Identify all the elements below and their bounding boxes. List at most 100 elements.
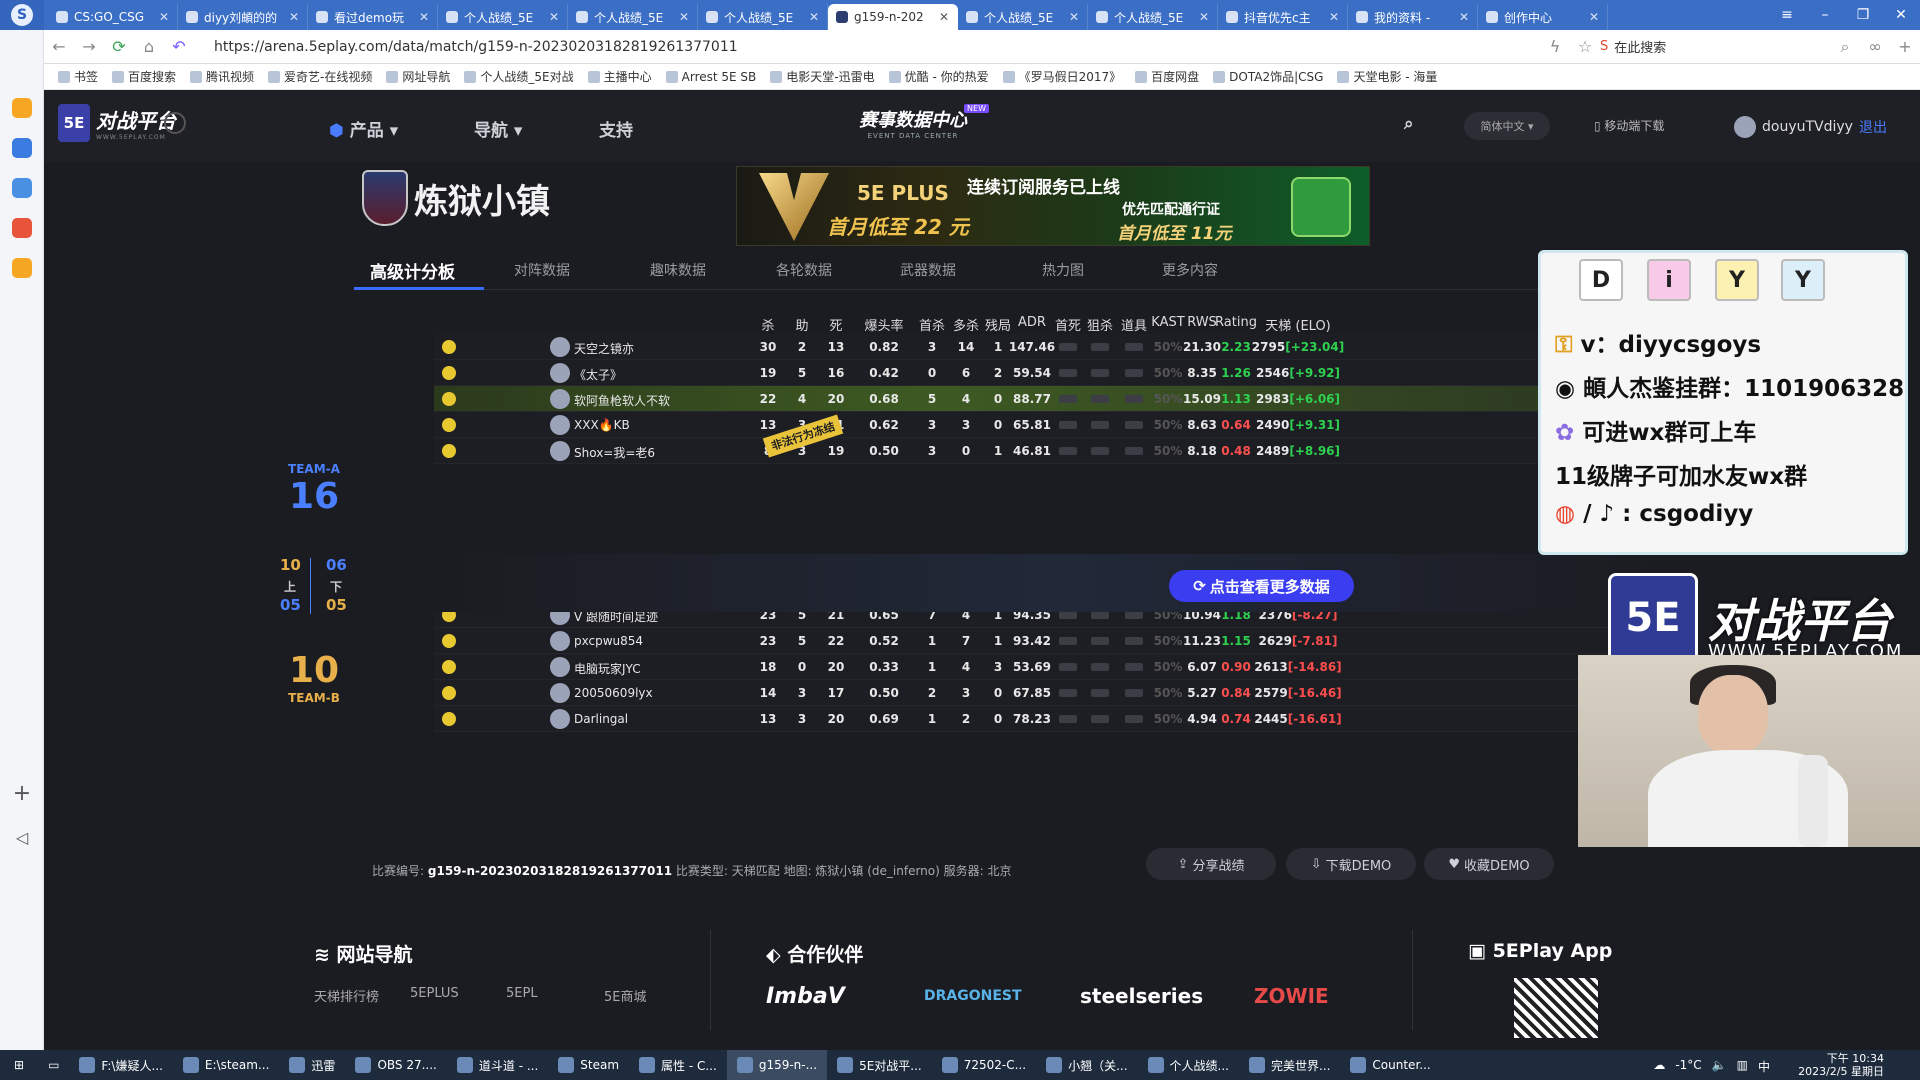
undo-icon[interactable]: ↶ (164, 37, 194, 56)
search-tool-icon[interactable] (12, 258, 32, 278)
search-icon[interactable]: ⌕ (1830, 37, 1860, 57)
tab-close-icon[interactable]: ✕ (159, 10, 169, 24)
player-name[interactable]: XXX🔥KB (574, 418, 630, 432)
pdf-icon[interactable] (12, 218, 32, 238)
player-name[interactable]: 20050609lyx (574, 686, 653, 700)
taskbar-item[interactable]: F:\嫌疑人... (69, 1050, 173, 1080)
ime-indicator[interactable]: 中 (1758, 1058, 1770, 1075)
bookmark-item[interactable]: 爱奇艺-在线视频 (268, 68, 372, 85)
taskbar-item[interactable]: Steam (548, 1050, 629, 1080)
user-menu[interactable]: douyuTVdiyy 退出 (1734, 116, 1887, 138)
subtab-4[interactable]: 武器数据 (900, 260, 956, 280)
pause-icon[interactable] (164, 112, 186, 134)
partner-imbav[interactable]: ImbaV (766, 984, 845, 1009)
clock[interactable]: 下午 10:34 2023/2/5 星期日 (1798, 1052, 1884, 1078)
player-row[interactable]: 天空之镜亦 30 2 13 0.82 3 14 1 147.46 50% 21.30 2.23 2795… (434, 334, 1678, 360)
tab-close-icon[interactable]: ✕ (1199, 10, 1209, 24)
subtab-2[interactable]: 趣味数据 (650, 260, 706, 280)
task-view-icon[interactable]: ▭ (38, 1050, 69, 1080)
taskbar-item[interactable]: E:\steam... (173, 1050, 280, 1080)
tab-close-icon[interactable]: ✕ (809, 10, 819, 24)
subtab-5[interactable]: 热力图 (1042, 260, 1084, 280)
player-row[interactable]: 电脑玩家JYC 18 0 20 0.33 1 4 3 53.69 50% 6.07 0.90 2613[… (434, 654, 1678, 680)
back-icon[interactable]: ← (44, 37, 74, 56)
bookmark-item[interactable]: Arrest 5E SB (665, 70, 756, 84)
collapse-icon[interactable]: ◁ (12, 828, 32, 848)
more-data-button[interactable]: ⟳ 点击查看更多数据 (1169, 570, 1354, 602)
footer-link[interactable]: 天梯排行榜 (314, 986, 379, 1005)
bookmark-item[interactable]: 百度搜索 (112, 68, 176, 85)
menu-icon[interactable]: ≡ (1768, 0, 1806, 30)
player-row[interactable]: XXX🔥KB133210.6233065.8150%8.630.642490[+… (434, 412, 1678, 438)
partner-zowie[interactable]: ZOWIE (1254, 984, 1329, 1008)
tab-close-icon[interactable]: ✕ (289, 10, 299, 24)
browser-tab[interactable]: 个人战绩_5E ✕ (438, 4, 568, 30)
tab-close-icon[interactable]: ✕ (1329, 10, 1339, 24)
bookmark-item[interactable]: 腾讯视频 (190, 68, 254, 85)
add-icon[interactable]: + (12, 783, 32, 805)
browser-tab[interactable]: 个人战绩_5E ✕ (698, 4, 828, 30)
player-row[interactable]: 软阿鱼枪软人不软 22 4 20 0.68 5 4 0 88.77 50% 15.09 1.13 298… (434, 386, 1678, 412)
player-row[interactable]: pxcpwu854 23 5 22 0.52 1 7 1 93.42 50% 11.23 1.15 26… (434, 628, 1678, 654)
footer-link[interactable]: 5EPL (506, 986, 538, 1001)
bookmark-item[interactable]: 《罗马假日2017》 (1002, 68, 1121, 85)
taskbar-item[interactable]: 道斗道 - ... (447, 1050, 548, 1080)
taskbar-item[interactable]: 72502-C... (932, 1050, 1036, 1080)
tab-close-icon[interactable]: ✕ (1459, 10, 1469, 24)
player-row[interactable]: 《太子》 19 5 16 0.42 0 6 2 59.54 50% 8.35 1.26 2546[+9.… (434, 360, 1678, 386)
taskbar-item[interactable]: 5E对战平... (827, 1050, 932, 1080)
tab-close-icon[interactable]: ✕ (939, 10, 949, 24)
home-icon[interactable]: ⌂ (134, 37, 164, 56)
nav-data-center[interactable]: 赛事数据中心 EVENT DATA CENTER NEW (859, 104, 989, 140)
url-input[interactable]: https://arena.5eplay.com/data/match/g159… (214, 39, 1540, 55)
forward-icon[interactable]: → (74, 37, 104, 56)
footer-link[interactable]: 5E商城 (604, 986, 647, 1005)
browser-tab[interactable]: 我的资料 - ✕ (1348, 4, 1478, 30)
taskbar-item[interactable]: 个人战绩... (1138, 1050, 1239, 1080)
bookmark-item[interactable]: 天堂电影 - 海量 (1337, 68, 1437, 85)
player-row[interactable]: Shox=我=老683190.5030146.8150%8.180.482489… (434, 438, 1678, 464)
bookmark-item[interactable]: 优酷 - 你的热爱 (888, 68, 989, 85)
star-icon[interactable]: ☆ (1570, 37, 1600, 56)
restore-button[interactable]: ❐ (1844, 0, 1882, 30)
player-name[interactable]: 软阿鱼枪软人不软 (574, 392, 670, 409)
nav-product[interactable]: ⬢ 产品 ▾ (329, 116, 398, 141)
taskbar-item[interactable]: 属性 - C... (629, 1050, 727, 1080)
search-box[interactable]: S 在此搜索 (1600, 37, 1830, 56)
browser-tab[interactable]: 个人战绩_5E ✕ (1088, 4, 1218, 30)
tab-close-icon[interactable]: ✕ (1069, 10, 1079, 24)
player-row[interactable]: 20050609lyx 14 3 17 0.50 2 3 0 67.85 50% 5.27 0.84 2… (434, 680, 1678, 706)
download-demo-button[interactable]: ⇩ 下载DEMO (1286, 848, 1416, 880)
bookmark-item[interactable]: 个人战绩_5E对战 (464, 68, 574, 85)
clock-icon[interactable] (12, 138, 32, 158)
close-window-button[interactable]: ✕ (1882, 0, 1920, 30)
lightning-icon[interactable]: ϟ (1540, 37, 1570, 56)
browser-tab[interactable]: diyy刘頔的的 ✕ (178, 4, 308, 30)
player-name[interactable]: Shox=我=老6 (574, 444, 655, 461)
promo-banner[interactable]: 5E PLUS 首月低至 22 元 连续订阅服务已上线 优先匹配通行证 首月低至… (736, 166, 1370, 246)
logout-link[interactable]: 退出 (1859, 117, 1887, 137)
browser-tab[interactable]: 个人战绩_5E ✕ (958, 4, 1088, 30)
collect-demo-button[interactable]: ♥ 收藏DEMO (1424, 848, 1554, 880)
player-name[interactable]: Darlingal (574, 712, 628, 726)
bookmark-item[interactable]: 书签 (58, 68, 98, 85)
subtab-6[interactable]: 更多内容 (1162, 260, 1218, 280)
taskbar-item[interactable]: Counter... (1340, 1050, 1440, 1080)
mobile-download-link[interactable]: ▯ 移动端下载 (1594, 117, 1664, 134)
bookmark-item[interactable]: 网址导航 (386, 68, 450, 85)
tab-close-icon[interactable]: ✕ (419, 10, 429, 24)
bookmark-item[interactable]: 电影天堂-迅雷电 (770, 68, 875, 85)
browser-tab[interactable]: 创作中心 ✕ (1478, 4, 1608, 30)
site-search-icon[interactable]: ⌕ (1404, 114, 1414, 134)
player-name[interactable]: pxcpwu854 (574, 634, 643, 648)
taskbar-item[interactable]: 完美世界... (1239, 1050, 1340, 1080)
weather-icon[interactable]: ☁ (1653, 1058, 1665, 1075)
player-name[interactable]: 电脑玩家JYC (574, 660, 641, 677)
network-icon[interactable]: ▥ (1737, 1058, 1748, 1075)
language-select[interactable]: 简体中文 ▾ (1464, 112, 1550, 140)
game-icon[interactable] (12, 178, 32, 198)
player-name[interactable]: 天空之镜亦 (574, 340, 634, 357)
browser-tab[interactable]: 抖音优先c主 ✕ (1218, 4, 1348, 30)
share-button[interactable]: ⇪ 分享战绩 (1146, 848, 1276, 880)
browser-tab[interactable]: CS:GO_CSG ✕ (48, 4, 178, 30)
